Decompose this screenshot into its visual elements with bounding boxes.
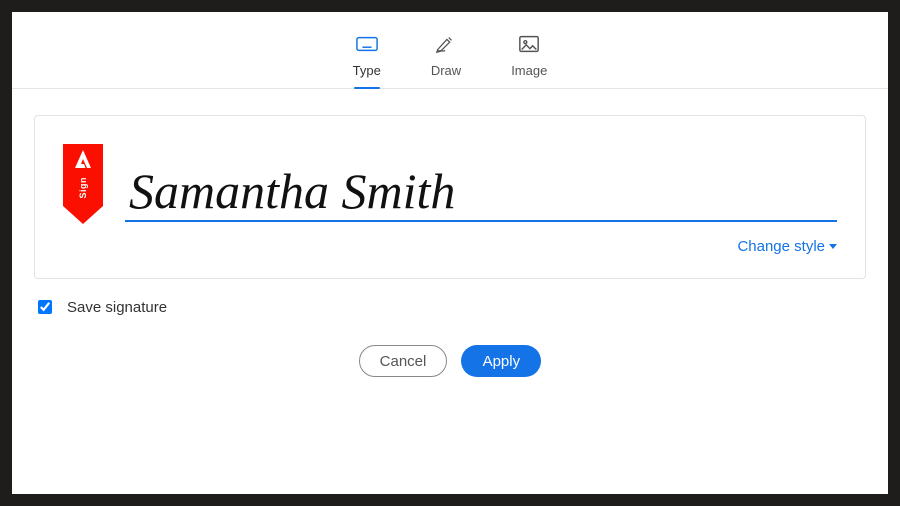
- tab-type[interactable]: Type: [353, 34, 381, 78]
- save-signature-label: Save signature: [67, 299, 167, 316]
- apply-button[interactable]: Apply: [461, 345, 541, 377]
- adobe-icon: [73, 148, 93, 175]
- change-style-label: Change style: [737, 238, 825, 255]
- sign-here-tag: Sign: [63, 144, 103, 222]
- dialog-footer: Cancel Apply: [12, 345, 888, 377]
- change-style-link[interactable]: Change style: [737, 238, 837, 255]
- signature-card: Sign Change style: [34, 115, 866, 279]
- signature-mode-tabs: Type Draw Image: [12, 12, 888, 89]
- tab-label: Draw: [431, 63, 461, 78]
- save-signature-row[interactable]: Save signature: [34, 297, 888, 317]
- image-icon: [518, 34, 540, 57]
- tab-image[interactable]: Image: [511, 34, 547, 78]
- tab-label: Type: [353, 63, 381, 78]
- sign-tag-label: Sign: [78, 177, 88, 199]
- caret-down-icon: [829, 244, 837, 249]
- signature-row: Sign: [63, 144, 837, 222]
- signature-input[interactable]: [125, 162, 837, 222]
- cancel-button[interactable]: Cancel: [359, 345, 448, 377]
- keyboard-icon: [356, 34, 378, 57]
- tab-draw[interactable]: Draw: [431, 34, 461, 78]
- save-signature-checkbox[interactable]: [38, 300, 52, 314]
- tab-label: Image: [511, 63, 547, 78]
- draw-icon: [435, 34, 457, 57]
